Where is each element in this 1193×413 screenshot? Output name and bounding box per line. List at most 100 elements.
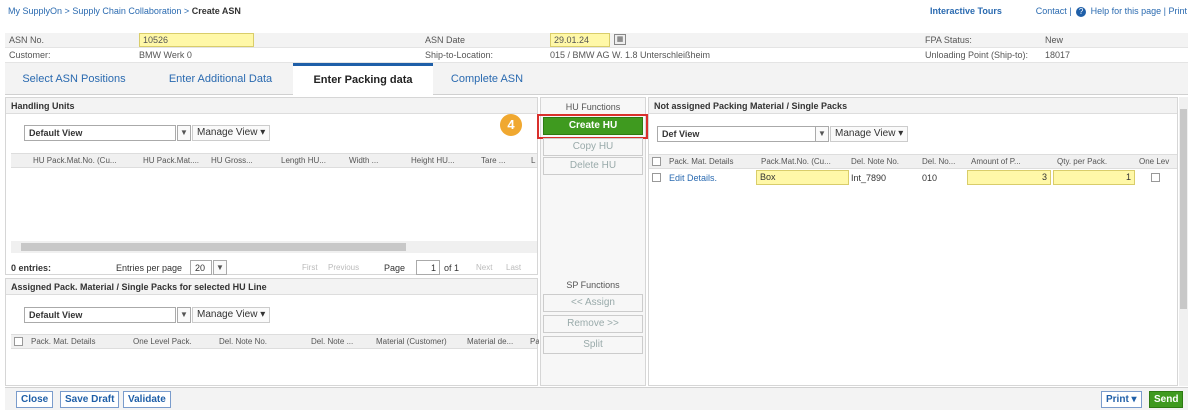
breadcrumb-sep: > [183, 6, 190, 16]
row-checkbox[interactable] [652, 173, 661, 182]
asn-date-field[interactable]: 29.01.24 [550, 33, 610, 47]
col-pack-mat-details[interactable]: Pack. Mat. Details [669, 157, 757, 166]
one-level-checkbox[interactable] [1151, 173, 1160, 182]
create-hu-button[interactable]: Create HU [543, 117, 643, 135]
print-link[interactable]: | Print [1164, 6, 1187, 16]
interactive-tours-link[interactable]: Interactive Tours [930, 6, 1002, 16]
col-del-no[interactable]: Del. No... [922, 157, 962, 166]
contact-link[interactable]: Contact | [1036, 6, 1072, 16]
close-button[interactable]: Close [16, 391, 54, 408]
hu-entries-count: 0 entries: [11, 263, 52, 273]
col-amount[interactable]: Amount of P... [971, 157, 1045, 166]
handling-units-panel: Handling Units Default View ▼ Manage Vie… [5, 97, 538, 275]
chevron-down-icon[interactable]: ▼ [177, 307, 191, 323]
assigned-view-select[interactable]: Default View [24, 307, 176, 323]
not-assigned-table-header: Pack. Mat. Details Pack.Mat.No. (Cu... D… [649, 154, 1177, 169]
last-page-link[interactable]: Last [506, 263, 521, 272]
col-material-de[interactable]: Material de... [467, 337, 531, 346]
qty-per-pack-field[interactable]: 1 [1053, 170, 1135, 185]
assigned-table-header: Pack. Mat. Details One Level Pack. Del. … [11, 334, 539, 349]
col-qty-per-pack[interactable]: Qty. per Pack. [1057, 157, 1129, 166]
vertical-scrollbar[interactable] [1179, 97, 1188, 386]
col-pack-mat-details[interactable]: Pack. Mat. Details [31, 337, 123, 346]
calendar-icon[interactable]: ▦ [614, 34, 626, 45]
save-draft-button[interactable]: Save Draft [60, 391, 120, 408]
split-button[interactable]: Split [543, 336, 643, 354]
del-no-value: 010 [922, 173, 938, 183]
col-del-note[interactable]: Del. Note ... [311, 337, 371, 346]
amount-field[interactable]: 3 [967, 170, 1051, 185]
col-material-customer[interactable]: Material (Customer) [376, 337, 466, 346]
col-width[interactable]: Width ... [349, 156, 399, 165]
help-link[interactable]: Help for this page [1091, 6, 1162, 16]
hu-manage-view-button[interactable]: Manage View ▾ [192, 125, 271, 141]
not-assigned-panel: Not assigned Packing Material / Single P… [648, 97, 1178, 386]
print-button[interactable]: Print ▾ [1101, 391, 1142, 408]
not-assigned-view-select[interactable]: Def View [657, 126, 822, 142]
scrollbar-thumb[interactable] [21, 243, 406, 251]
assigned-manage-view-button[interactable]: Manage View ▾ [192, 307, 271, 323]
chevron-down-icon[interactable]: ▼ [177, 125, 191, 141]
col-height-hu[interactable]: Height HU... [411, 156, 473, 165]
fpa-label: FPA Status: [925, 35, 972, 45]
col-hu-pack-mat[interactable]: HU Pack.Mat.... [143, 156, 215, 165]
unloading-value: 18017 [1045, 50, 1071, 60]
hu-functions-title: HU Functions [565, 102, 621, 112]
table-row[interactable]: Edit Details. Box Int_7890 010 3 1 [649, 170, 1177, 186]
col-del-note-no[interactable]: Del. Note No. [851, 157, 915, 166]
next-page-link[interactable]: Next [476, 263, 492, 272]
per-page-select[interactable]: 20 [190, 260, 212, 275]
customer-value: BMW Werk 0 [139, 50, 192, 60]
tab-complete-asn[interactable]: Complete ASN [437, 63, 537, 95]
page-label: Page [384, 263, 406, 273]
breadcrumb: My SupplyOn > Supply Chain Collaboration… [8, 6, 241, 16]
delete-hu-button[interactable]: Delete HU [543, 157, 643, 175]
remove-button[interactable]: Remove >> [543, 315, 643, 333]
assign-button[interactable]: << Assign [543, 294, 643, 312]
hu-horizontal-scrollbar[interactable] [11, 241, 537, 253]
breadcrumb-current: Create ASN [191, 6, 241, 16]
validate-button[interactable]: Validate [123, 391, 171, 408]
tab-select-asn-positions[interactable]: Select ASN Positions [5, 63, 143, 95]
send-button[interactable]: Send [1149, 391, 1184, 408]
entries-per-page-label: Entries per page [116, 263, 183, 273]
help-icon: ? [1076, 7, 1087, 17]
edit-details-link[interactable]: Edit Details. [669, 173, 717, 183]
col-one-level-pack[interactable]: One Level Pack. [133, 337, 211, 346]
first-page-link[interactable]: First [302, 263, 318, 272]
asn-date-label: ASN Date [425, 35, 466, 45]
tab-enter-additional-data[interactable]: Enter Additional Data [148, 63, 293, 95]
unloading-label: Unloading Point (Ship-to): [925, 50, 1029, 60]
col-hu-gross[interactable]: HU Gross... [211, 156, 271, 165]
asn-no-field[interactable]: 10526 [139, 33, 254, 47]
col-length-hu[interactable]: Length HU... [281, 156, 341, 165]
col-tare[interactable]: Tare ... [481, 156, 521, 165]
breadcrumb-sep: > [64, 6, 70, 16]
chevron-down-icon[interactable]: ▼ [213, 260, 227, 275]
hu-view-select[interactable]: Default View [24, 125, 176, 141]
chevron-down-icon[interactable]: ▼ [815, 126, 829, 142]
page-input[interactable]: 1 [416, 260, 440, 275]
col-hu-pack-mat-no[interactable]: HU Pack.Mat.No. (Cu... [33, 156, 143, 165]
step-callout: 4 [500, 114, 522, 136]
top-bar: My SupplyOn > Supply Chain Collaboration… [0, 0, 1193, 22]
col-l[interactable]: L [531, 156, 539, 165]
del-note-no-value: Int_7890 [851, 173, 887, 183]
col-pa[interactable]: Pa [530, 337, 539, 346]
previous-page-link[interactable]: Previous [328, 263, 359, 272]
ship-to-value: 015 / BMW AG W. 1.8 Unterschleißheim [550, 50, 711, 60]
select-all-checkbox[interactable] [14, 337, 23, 346]
col-one-level[interactable]: One Lev [1139, 157, 1175, 166]
scrollbar-thumb[interactable] [1180, 109, 1187, 309]
breadcrumb-scc[interactable]: Supply Chain Collaboration [72, 6, 181, 16]
copy-hu-button[interactable]: Copy HU [543, 138, 643, 156]
col-pack-mat-no[interactable]: Pack.Mat.No. (Cu... [761, 157, 847, 166]
top-links: Contact | ? Help for this page | Print [1036, 6, 1187, 17]
select-all-checkbox[interactable] [652, 157, 661, 166]
col-del-note-no[interactable]: Del. Note No. [219, 337, 299, 346]
fpa-value: New [1045, 35, 1064, 45]
tab-enter-packing-data[interactable]: Enter Packing data [293, 63, 433, 96]
breadcrumb-home[interactable]: My SupplyOn [8, 6, 62, 16]
not-assigned-manage-view-button[interactable]: Manage View ▾ [830, 126, 909, 142]
pack-mat-no-field[interactable]: Box [756, 170, 849, 185]
